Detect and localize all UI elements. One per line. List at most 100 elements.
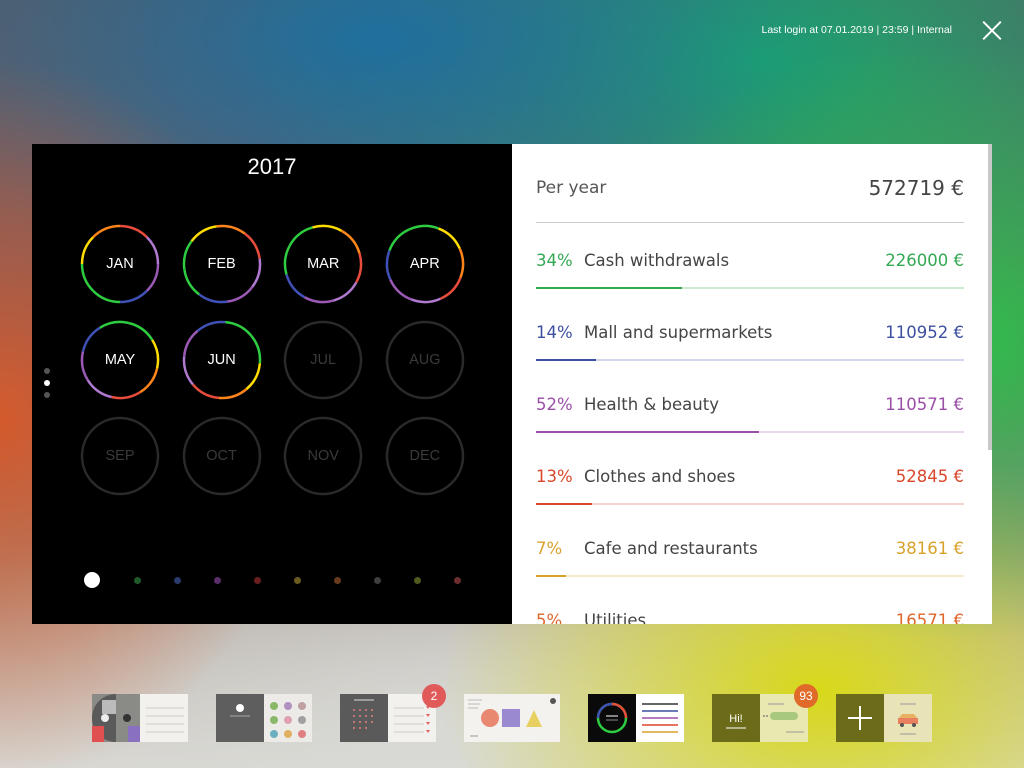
- per-year-label: Per year: [536, 178, 607, 198]
- summary-panel: Per year 572719 € 34% Cash withdrawals 226…: [512, 144, 992, 624]
- month-dec[interactable]: DEC: [385, 416, 465, 496]
- month-feb[interactable]: FEB: [182, 224, 262, 304]
- per-year-row: Per year 572719 €: [536, 176, 964, 223]
- notification-badge: 2: [422, 684, 446, 708]
- month-jul[interactable]: JUL: [283, 320, 363, 400]
- calendar-app-preview-icon: [340, 694, 436, 742]
- category-percent: 7%: [536, 538, 563, 558]
- top-bar: Last login at 07.01.2019 | 23:59 | Inter…: [761, 18, 1004, 42]
- month-jun[interactable]: JUN: [182, 320, 262, 400]
- category-name: Cash withdrawals: [584, 250, 730, 270]
- color-dot[interactable]: [414, 576, 421, 584]
- faces-app-thumbnail[interactable]: [92, 694, 188, 742]
- color-dot[interactable]: [374, 576, 381, 584]
- category-percent: 52%: [536, 394, 573, 414]
- category-progress-fill: [536, 431, 759, 433]
- category-amount: 110952 €: [885, 322, 964, 342]
- category-amount: 226000 €: [885, 250, 964, 270]
- month-label: AUG: [409, 352, 441, 368]
- category-percent: 5%: [536, 610, 563, 625]
- category-progress-fill: [536, 503, 592, 505]
- color-dot-selected[interactable]: [84, 572, 100, 588]
- month-label: JUN: [207, 352, 236, 368]
- last-login-text: Last login at 07.01.2019 | 23:59 | Inter…: [761, 24, 952, 36]
- category-name: Utilities: [584, 610, 647, 625]
- color-dot[interactable]: [214, 576, 221, 584]
- faces-app-preview-icon: [92, 694, 188, 742]
- category-percent: 14%: [536, 322, 573, 342]
- month-label: APR: [409, 256, 440, 272]
- category-percent: 13%: [536, 466, 573, 486]
- page-dot[interactable]: [44, 368, 50, 374]
- category-progress-track: [536, 287, 964, 289]
- category-name: Clothes and shoes: [584, 466, 736, 486]
- category-percent: 34%: [536, 250, 573, 270]
- chat-app-thumbnail[interactable]: Hi! 93: [712, 684, 818, 742]
- category-row[interactable]: 14% Mall and supermarkets 110952 €: [536, 316, 964, 388]
- color-palette: [84, 572, 494, 588]
- category-row[interactable]: 13% Clothes and shoes 52845 €: [536, 460, 964, 532]
- category-progress-track: [536, 359, 964, 361]
- close-icon[interactable]: [980, 18, 1004, 42]
- category-name: Mall and supermarkets: [584, 322, 773, 342]
- page-dot-active[interactable]: [44, 380, 50, 386]
- month-label: SEP: [105, 448, 135, 464]
- expenses-card: 2017 JAN FEB MAR APR MAY JUN JUL AUG SEP OCT NOV DE…: [32, 144, 992, 624]
- category-row[interactable]: 34% Cash withdrawals 226000 €: [536, 244, 964, 316]
- category-progress-track: [536, 575, 964, 577]
- finance-app-thumbnail[interactable]: [588, 694, 684, 742]
- month-mar[interactable]: MAR: [283, 224, 363, 304]
- color-dot[interactable]: [254, 576, 261, 584]
- svg-text:Hi!: Hi!: [729, 713, 742, 725]
- finance-app-preview-icon: [588, 694, 684, 742]
- category-row[interactable]: 52% Health & beauty 110571 €: [536, 388, 964, 460]
- category-name: Cafe and restaurants: [584, 538, 758, 558]
- add-app-preview-icon: [836, 694, 932, 742]
- months-grid: JAN FEB MAR APR MAY JUN JUL AUG SEP OCT NOV DEC: [80, 224, 465, 496]
- app-dock: 2 Hi! 93: [0, 684, 1024, 742]
- color-dot[interactable]: [134, 576, 141, 584]
- color-dot[interactable]: [174, 576, 181, 584]
- month-sep[interactable]: SEP: [80, 416, 160, 496]
- per-year-value: 572719 €: [868, 176, 964, 200]
- color-dot[interactable]: [454, 576, 461, 584]
- month-jan[interactable]: JAN: [80, 224, 160, 304]
- category-amount: 38161 €: [895, 538, 964, 558]
- month-label: MAY: [104, 352, 136, 368]
- notification-badge: 93: [794, 684, 818, 708]
- scrollbar[interactable]: [988, 144, 992, 450]
- category-row[interactable]: 5% Utilities 16571 €: [536, 604, 964, 625]
- month-oct[interactable]: OCT: [182, 416, 262, 496]
- shapes-app-thumbnail[interactable]: [464, 694, 560, 742]
- category-progress-fill: [536, 359, 596, 361]
- page-indicator: [44, 368, 50, 404]
- category-progress-fill: [536, 287, 682, 289]
- month-label: DEC: [409, 448, 441, 464]
- category-amount: 52845 €: [895, 466, 964, 486]
- month-label: OCT: [206, 448, 237, 464]
- category-row[interactable]: 7% Cafe and restaurants 38161 €: [536, 532, 964, 604]
- category-progress-track: [536, 431, 964, 433]
- month-apr[interactable]: APR: [385, 224, 465, 304]
- calendar-panel: 2017 JAN FEB MAR APR MAY JUN JUL AUG SEP OCT NOV DE…: [32, 144, 512, 624]
- month-may[interactable]: MAY: [80, 320, 160, 400]
- category-progress-fill: [536, 575, 566, 577]
- month-label: FEB: [207, 256, 236, 272]
- category-amount: 110571 €: [885, 394, 964, 414]
- chat-app-preview-icon: Hi!: [712, 694, 808, 742]
- year-title: 2017: [247, 154, 297, 179]
- profile-app-thumbnail[interactable]: [216, 694, 312, 742]
- category-name: Health & beauty: [584, 394, 719, 414]
- shapes-app-preview-icon: [464, 694, 560, 742]
- month-label: MAR: [307, 256, 340, 272]
- color-dot[interactable]: [294, 576, 301, 584]
- month-nov[interactable]: NOV: [283, 416, 363, 496]
- add-app-thumbnail[interactable]: [836, 694, 932, 742]
- calendar-app-thumbnail[interactable]: 2: [340, 684, 446, 742]
- month-aug[interactable]: AUG: [385, 320, 465, 400]
- color-dot[interactable]: [334, 576, 341, 584]
- category-amount: 16571 €: [895, 610, 964, 625]
- page-dot[interactable]: [44, 392, 50, 398]
- month-label: JAN: [106, 256, 134, 272]
- profile-app-preview-icon: [216, 694, 312, 742]
